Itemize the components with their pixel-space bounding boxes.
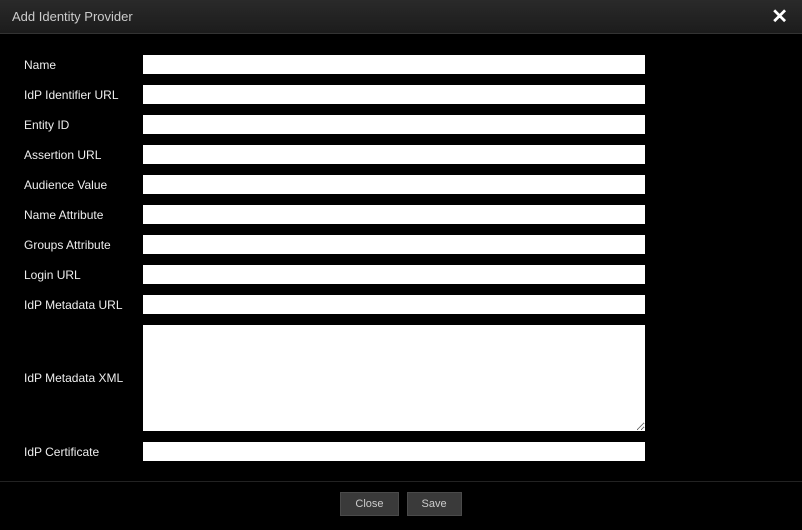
input-entity-id[interactable]	[142, 114, 646, 135]
label-name-attribute: Name Attribute	[24, 208, 142, 222]
row-idp-metadata-url: IdP Metadata URL	[24, 294, 778, 315]
input-login-url[interactable]	[142, 264, 646, 285]
input-idp-identifier-url[interactable]	[142, 84, 646, 105]
label-audience-value: Audience Value	[24, 178, 142, 192]
input-assertion-url[interactable]	[142, 144, 646, 165]
input-audience-value[interactable]	[142, 174, 646, 195]
row-idp-identifier-url: IdP Identifier URL	[24, 84, 778, 105]
input-name-attribute[interactable]	[142, 204, 646, 225]
modal-header: Add Identity Provider ✕	[0, 0, 802, 34]
label-idp-certificate: IdP Certificate	[24, 445, 142, 459]
label-name: Name	[24, 58, 142, 72]
row-assertion-url: Assertion URL	[24, 144, 778, 165]
input-groups-attribute[interactable]	[142, 234, 646, 255]
row-name: Name	[24, 54, 778, 75]
row-login-url: Login URL	[24, 264, 778, 285]
modal-body: Name IdP Identifier URL Entity ID Assert…	[0, 34, 802, 481]
modal-title: Add Identity Provider	[12, 9, 133, 24]
textarea-idp-metadata-xml[interactable]	[142, 324, 646, 432]
label-entity-id: Entity ID	[24, 118, 142, 132]
label-assertion-url: Assertion URL	[24, 148, 142, 162]
label-login-url: Login URL	[24, 268, 142, 282]
modal-footer: Close Save	[0, 481, 802, 530]
label-idp-metadata-url: IdP Metadata URL	[24, 298, 142, 312]
save-button[interactable]: Save	[407, 492, 462, 516]
label-groups-attribute: Groups Attribute	[24, 238, 142, 252]
label-idp-identifier-url: IdP Identifier URL	[24, 88, 142, 102]
row-groups-attribute: Groups Attribute	[24, 234, 778, 255]
close-button[interactable]: Close	[340, 492, 398, 516]
row-entity-id: Entity ID	[24, 114, 778, 135]
row-idp-certificate: IdP Certificate	[24, 441, 778, 462]
input-name[interactable]	[142, 54, 646, 75]
row-idp-metadata-xml: IdP Metadata XML	[24, 324, 778, 432]
add-identity-provider-modal: Add Identity Provider ✕ Name IdP Identif…	[0, 0, 802, 530]
row-audience-value: Audience Value	[24, 174, 778, 195]
label-idp-metadata-xml: IdP Metadata XML	[24, 371, 142, 385]
input-idp-certificate[interactable]	[142, 441, 646, 462]
close-icon[interactable]: ✕	[769, 7, 790, 27]
input-idp-metadata-url[interactable]	[142, 294, 646, 315]
row-name-attribute: Name Attribute	[24, 204, 778, 225]
